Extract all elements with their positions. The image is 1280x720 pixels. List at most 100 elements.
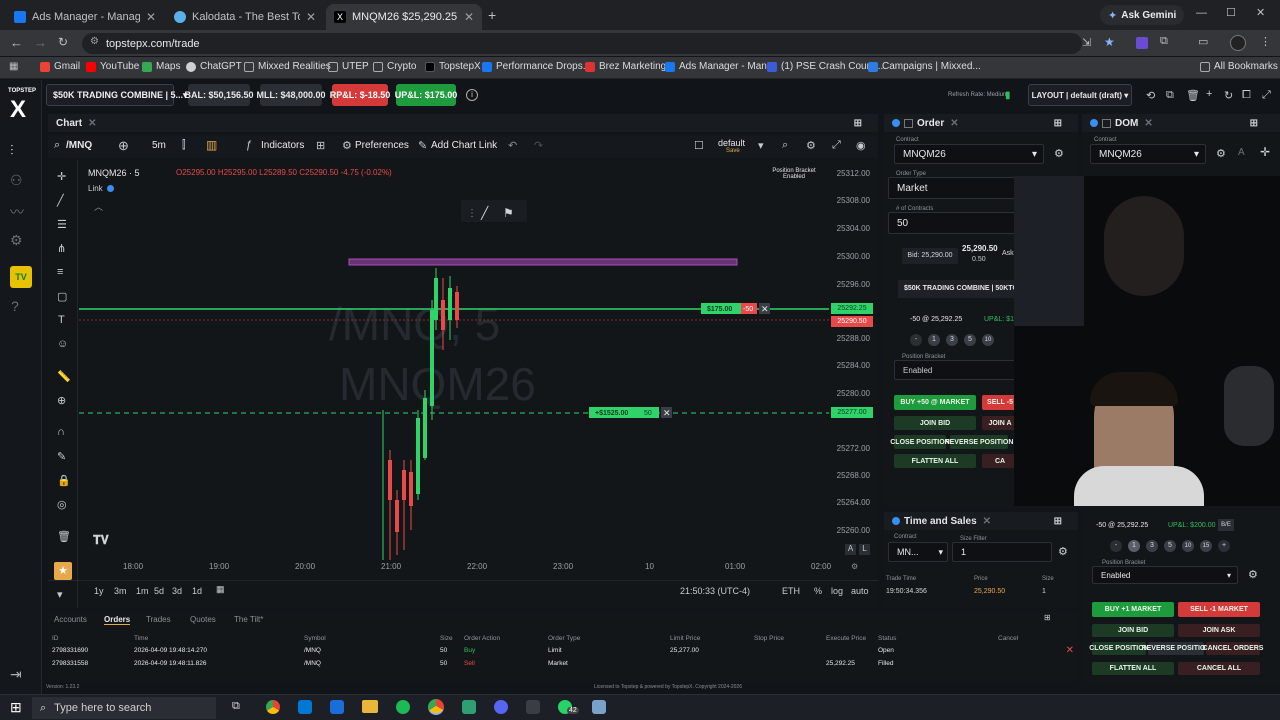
add-panel-icon[interactable]: ⊞	[1054, 118, 1062, 129]
qty-preset-button[interactable]: 10	[1182, 540, 1194, 552]
table-row[interactable]: 2798331690 2026-04-09 19:48:14.270 /MNQ …	[48, 644, 1078, 657]
dom-settings-icon[interactable]: ⚙	[1216, 147, 1226, 160]
interval-select[interactable]: 5m	[152, 140, 166, 151]
buy-market-button[interactable]: BUY +50 @ MARKET	[894, 395, 976, 410]
info-icon[interactable]: i	[466, 89, 478, 101]
site-info-icon[interactable]: ⚙	[90, 36, 99, 47]
bar-type-icon[interactable]: ⫿	[182, 139, 186, 152]
tab-topstepx[interactable]: X MNQM26 $25,290.25 ▲ +0.15% ✕	[326, 4, 482, 30]
close-panel-icon[interactable]: ✕	[88, 118, 96, 129]
trend-draw-icon[interactable]: ╱	[480, 205, 489, 220]
qty-preset-button[interactable]: 3	[946, 334, 958, 346]
auto-scale-button[interactable]: A	[845, 544, 856, 555]
bookmark-utep[interactable]: UTEP	[328, 61, 369, 72]
minimize-icon[interactable]: —	[1196, 7, 1207, 19]
logout-icon[interactable]: ⇥	[10, 666, 22, 683]
qty-decrement-button[interactable]: -	[910, 334, 922, 346]
bookmark-youtube[interactable]: YouTube	[86, 61, 139, 72]
lock-drawing-icon[interactable]: ✎	[57, 450, 66, 463]
auto-toggle[interactable]: auto	[851, 586, 869, 596]
flatten-all-button[interactable]: FLATTEN ALL	[894, 454, 976, 468]
ts-contract-select[interactable]: MN... ▾	[888, 542, 948, 562]
contracts-input[interactable]: 50	[888, 212, 1018, 234]
ts-settings-icon[interactable]: ⚙	[1058, 545, 1068, 558]
qty-preset-button[interactable]: 15	[1200, 540, 1212, 552]
col-status[interactable]: Status	[874, 632, 994, 644]
log-scale-button[interactable]: L	[859, 544, 870, 555]
dom-contract-select[interactable]: MNQM26 ▾	[1090, 144, 1206, 164]
camera-icon[interactable]: ◉	[856, 139, 866, 152]
redo-icon[interactable]: ↷	[534, 139, 543, 152]
tab-trades[interactable]: Trades	[146, 615, 171, 624]
time-axis[interactable]: 18:00 19:00 20:00 21:00 22:00 23:00 10 0…	[79, 562, 878, 576]
account-select[interactable]: $50K TRADING COMBINE | 5... ▾	[46, 84, 188, 106]
menu-kebab-icon[interactable]: ⋮	[1260, 35, 1271, 48]
chrome-icon[interactable]	[266, 700, 280, 714]
close-tab-icon[interactable]: ✕	[306, 10, 316, 24]
app-icon[interactable]	[462, 700, 476, 714]
delete-icon[interactable]: 🗑	[1186, 89, 1200, 102]
profile-avatar[interactable]	[1230, 35, 1246, 51]
spotify-icon[interactable]	[396, 700, 410, 714]
bookmark-pse[interactable]: (1) PSE Crash Cours...	[767, 61, 883, 72]
close-panel-icon[interactable]: ✕	[1144, 118, 1152, 129]
range-1m[interactable]: 1m	[136, 586, 149, 596]
file-explorer-icon[interactable]	[362, 700, 378, 713]
order-type-select[interactable]: Market	[888, 177, 1018, 199]
col-symbol[interactable]: Symbol	[300, 632, 436, 644]
trash-icon[interactable]: 🗑	[57, 530, 71, 543]
col-order-action[interactable]: Order Action	[460, 632, 544, 644]
order-settings-icon[interactable]: ⚙	[1054, 147, 1064, 160]
extension-icon[interactable]	[1136, 37, 1148, 49]
tab-kalodata[interactable]: Kalodata - The Best Tool for Tik ✕	[166, 4, 324, 30]
col-execute-price[interactable]: Execute Price	[822, 632, 874, 644]
analytics-nav-icon[interactable]: 〰	[10, 202, 24, 222]
url-field[interactable]: ⚙ topstepx.com/trade	[82, 33, 1082, 54]
table-row[interactable]: 2798331558 2026-04-09 19:48:11.826 /MNQ …	[48, 657, 1078, 670]
qty-preset-button[interactable]: 1	[1128, 540, 1140, 552]
outlook-icon[interactable]	[298, 700, 312, 714]
dom-flatten-all-button[interactable]: FLATTEN ALL	[1092, 662, 1174, 675]
tab-accounts[interactable]: Accounts	[54, 615, 87, 624]
add-panel-icon[interactable]: ⊞	[1250, 118, 1258, 129]
text-tool-icon[interactable]: T	[58, 314, 65, 326]
reload-icon[interactable]: ↻	[58, 35, 68, 49]
dom-join-ask-button[interactable]: JOIN ASK	[1178, 624, 1260, 637]
tv-live-icon[interactable]: TV	[10, 266, 32, 288]
col-order-type[interactable]: Order Type	[544, 632, 666, 644]
reverse-position-button[interactable]: REVERSE POSITION	[945, 435, 1013, 449]
app-icon[interactable]	[592, 700, 606, 714]
dom-join-bid-button[interactable]: JOIN BID	[1092, 624, 1174, 637]
ask-price[interactable]: Ask	[1002, 250, 1014, 257]
order-contract-select[interactable]: MNQM26 ▾	[894, 144, 1044, 164]
bookmark-chatgpt[interactable]: ChatGPT	[186, 61, 242, 72]
emoji-icon[interactable]: ☺	[57, 338, 68, 350]
fullscreen-icon[interactable]: ⤢	[832, 139, 841, 152]
collapse-legend-icon[interactable]: ︿	[94, 200, 103, 213]
range-5d[interactable]: 5d	[154, 586, 164, 596]
task-view-icon[interactable]: ⧉	[232, 700, 240, 713]
center-icon[interactable]: ✛	[1260, 145, 1270, 159]
template-select[interactable]: default	[718, 138, 745, 148]
range-1y[interactable]: 1y	[94, 586, 104, 596]
zoom-in-icon[interactable]: ⊕	[57, 394, 66, 407]
bookmark-maps[interactable]: Maps	[142, 61, 180, 72]
size-filter-input[interactable]: 1	[952, 542, 1052, 562]
price-axis[interactable]: 25312.00 25308.00 25304.00 25300.00 2529…	[831, 160, 878, 560]
taskbar-search[interactable]: ⌕ Type here to search	[32, 697, 216, 719]
dom-close-position-button[interactable]: CLOSE POSITION	[1089, 642, 1149, 655]
log-toggle[interactable]: log	[831, 586, 843, 596]
session-toggle[interactable]: ETH	[782, 586, 800, 596]
tab-the-tilt[interactable]: The Tilt*	[234, 615, 263, 624]
range-3d[interactable]: 3d	[172, 586, 182, 596]
bracket-settings-icon[interactable]: ⚙	[1248, 568, 1258, 581]
tab-quotes[interactable]: Quotes	[190, 615, 216, 624]
bookmark-topstepx[interactable]: TopstepX	[425, 61, 481, 72]
back-icon[interactable]: ←	[10, 35, 23, 50]
col-cancel[interactable]: Cancel	[994, 632, 1078, 644]
symbol-input[interactable]: /MNQ	[66, 140, 92, 151]
breakeven-button[interactable]: B/E	[1218, 519, 1234, 531]
dom-cancel-orders-button[interactable]: CANCEL ORDERS	[1203, 642, 1263, 655]
col-stop-price[interactable]: Stop Price	[750, 632, 822, 644]
magnet-icon[interactable]: ∩	[57, 426, 65, 438]
